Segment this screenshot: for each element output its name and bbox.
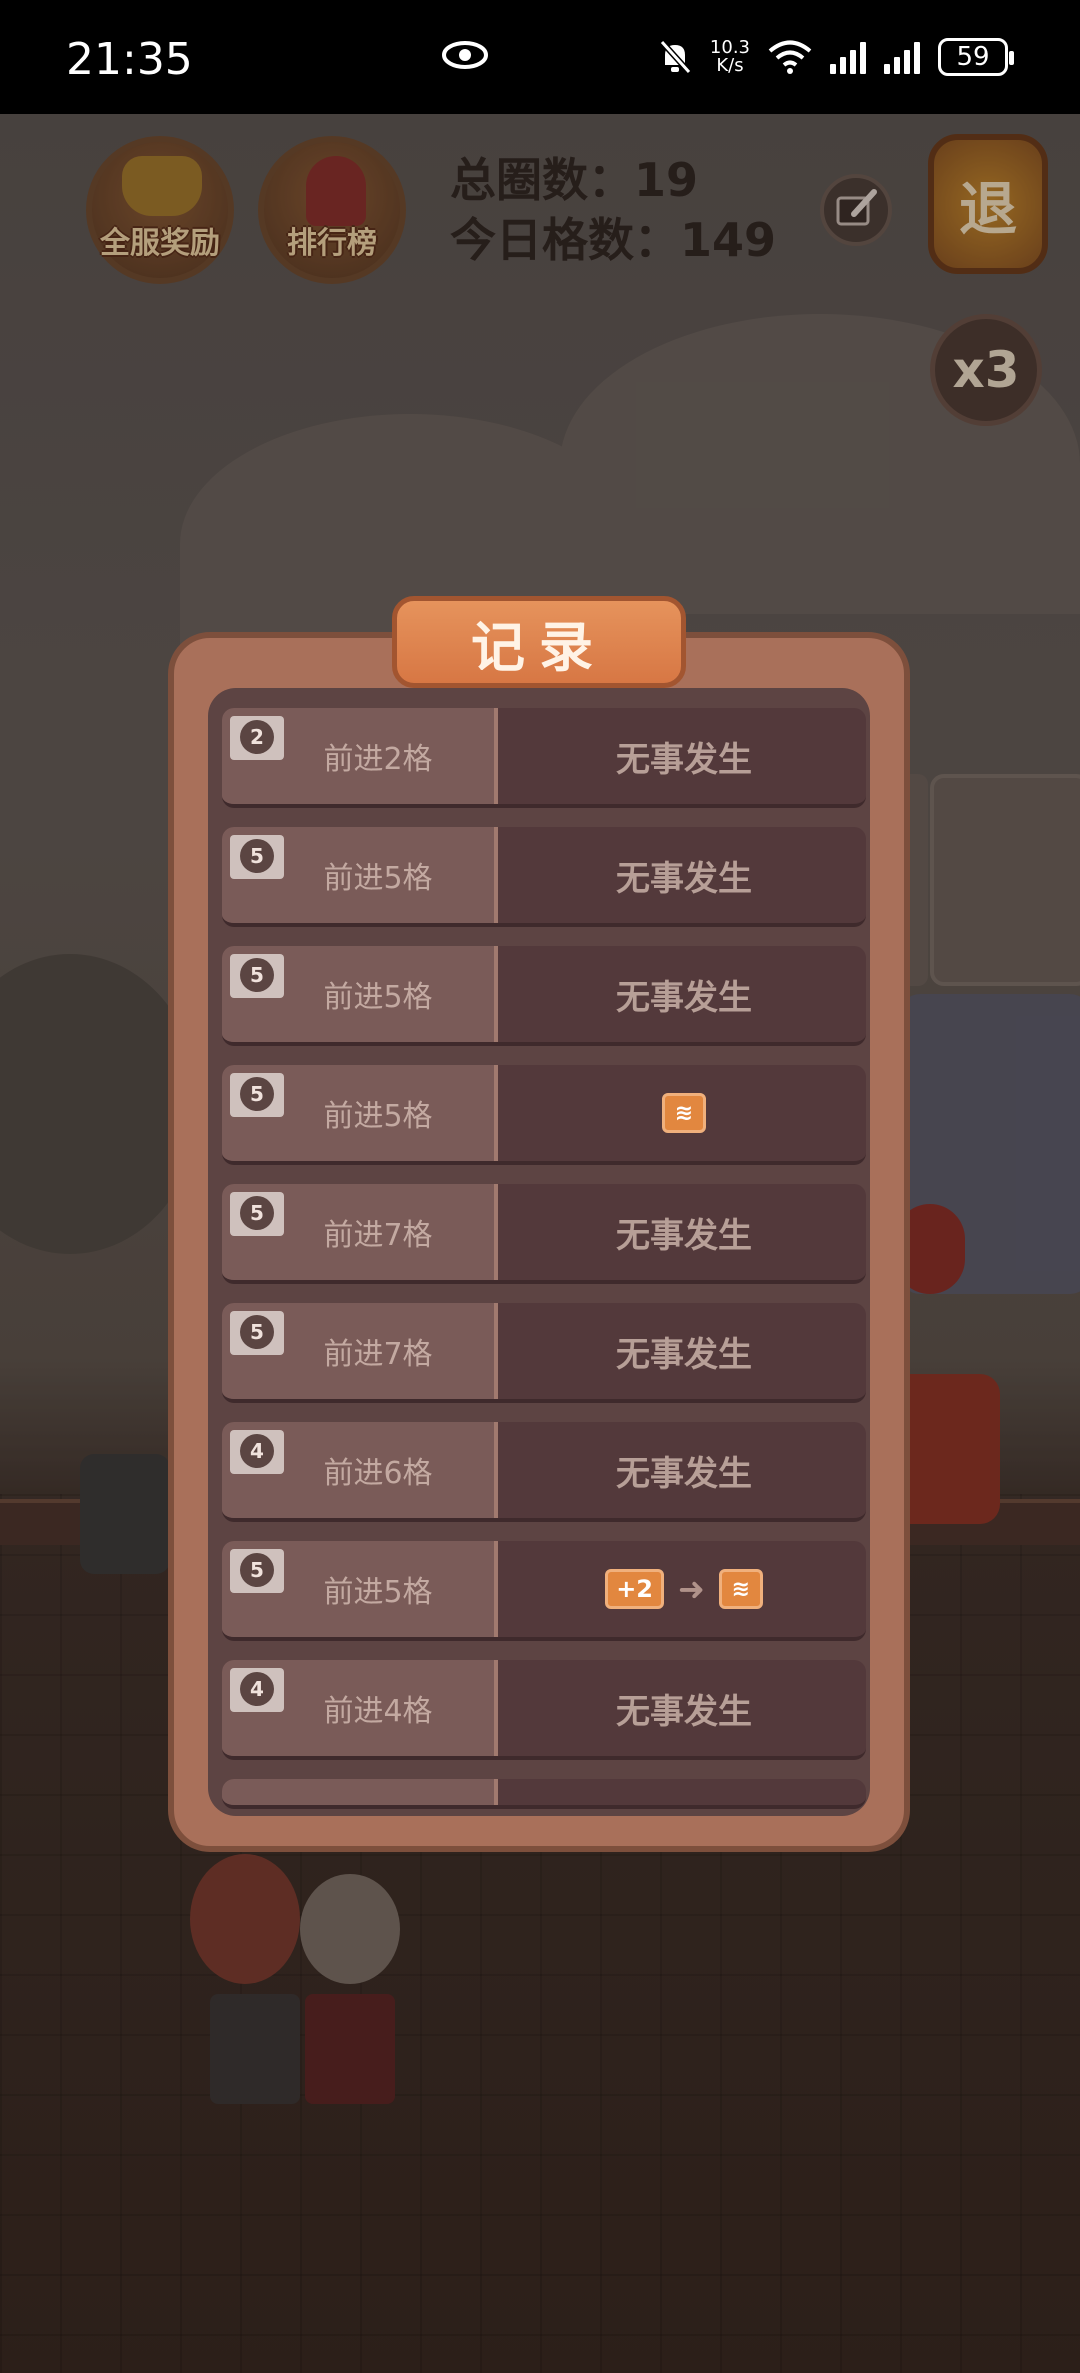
event-text: 无事发生 <box>616 1691 752 1732</box>
record-row: 5 前进5格 无事发生 <box>222 827 866 927</box>
record-move-cell: 5 前进7格 <box>222 1303 498 1399</box>
move-text: 前进4格 <box>323 1694 433 1729</box>
record-row: 5 前进5格 无事发生 <box>222 946 866 1046</box>
move-text: 前进5格 <box>323 1099 433 1134</box>
record-dialog: 2 前进2格 无事发生 5 前进5格 无事发生 5 前进5格 无事发生 5 前进… <box>168 632 910 1852</box>
record-move-cell: 5 前进5格 <box>222 946 498 1042</box>
status-bar: 21:35 10.3 K/s 59 <box>0 0 1080 114</box>
record-move-cell <box>222 1779 498 1805</box>
record-move-cell: 4 前进4格 <box>222 1660 498 1756</box>
record-row: 5 前进7格 无事发生 <box>222 1303 866 1403</box>
record-row: 4 前进6格 无事发生 <box>222 1422 866 1522</box>
event-cell: ≋ <box>502 1065 866 1161</box>
record-move-cell: 5 前进7格 <box>222 1184 498 1280</box>
record-move-cell: 5 前进5格 <box>222 827 498 923</box>
event-text: 无事发生 <box>616 1215 752 1256</box>
record-move-cell: 4 前进6格 <box>222 1422 498 1518</box>
record-move-cell: 2 前进2格 <box>222 708 498 804</box>
record-row: 4 前进4格 无事发生 <box>222 1660 866 1760</box>
event-text: 无事发生 <box>616 1453 752 1494</box>
event-text: 无事发生 <box>616 1334 752 1375</box>
move-text: 前进5格 <box>323 861 433 896</box>
move-text: 前进5格 <box>323 980 433 1015</box>
record-list-container[interactable]: 2 前进2格 无事发生 5 前进5格 无事发生 5 前进5格 无事发生 5 前进… <box>208 688 870 1816</box>
record-dialog-title: 记录 <box>392 596 686 688</box>
record-row: 5 前进5格 +2 ➜ ≋ <box>222 1541 866 1641</box>
event-cell: +2 ➜ ≋ <box>502 1541 866 1637</box>
wifi-icon <box>768 40 812 74</box>
wave-tile-icon: ≋ <box>718 1569 763 1609</box>
event-text: 无事发生 <box>616 739 752 780</box>
record-row: 5 前进5格 ≋ <box>222 1065 866 1165</box>
net-speed: 10.3 K/s <box>710 39 750 75</box>
mute-bell-icon <box>659 39 692 75</box>
move-text: 前进7格 <box>323 1218 433 1253</box>
battery-indicator: 59 <box>938 38 1014 76</box>
net-speed-unit: K/s <box>716 55 744 76</box>
record-row: 5 前进7格 无事发生 <box>222 1184 866 1284</box>
signal-icon <box>830 40 866 74</box>
wave-tile-icon: ≋ <box>662 1093 706 1133</box>
event-text: 无事发生 <box>616 977 752 1018</box>
status-time: 21:35 <box>66 34 193 85</box>
record-row: 2 前进2格 无事发生 <box>222 708 866 808</box>
bonus-badge: +2 <box>605 1569 664 1609</box>
record-list: 2 前进2格 无事发生 5 前进5格 无事发生 5 前进5格 无事发生 5 前进… <box>222 708 866 1816</box>
move-text: 前进6格 <box>323 1456 433 1491</box>
status-icons: 10.3 K/s 59 <box>658 34 1014 80</box>
record-row-partial <box>222 1779 866 1809</box>
eye-icon <box>442 41 488 69</box>
move-text: 前进2格 <box>323 742 433 777</box>
arrow-right-icon: ➜ <box>678 1570 705 1608</box>
move-text: 前进5格 <box>323 1575 433 1610</box>
signal-icon-2 <box>884 40 920 74</box>
move-text: 前进7格 <box>323 1337 433 1372</box>
event-text: 无事发生 <box>616 858 752 899</box>
record-move-cell: 5 前进5格 <box>222 1065 498 1161</box>
record-move-cell: 5 前进5格 <box>222 1541 498 1637</box>
